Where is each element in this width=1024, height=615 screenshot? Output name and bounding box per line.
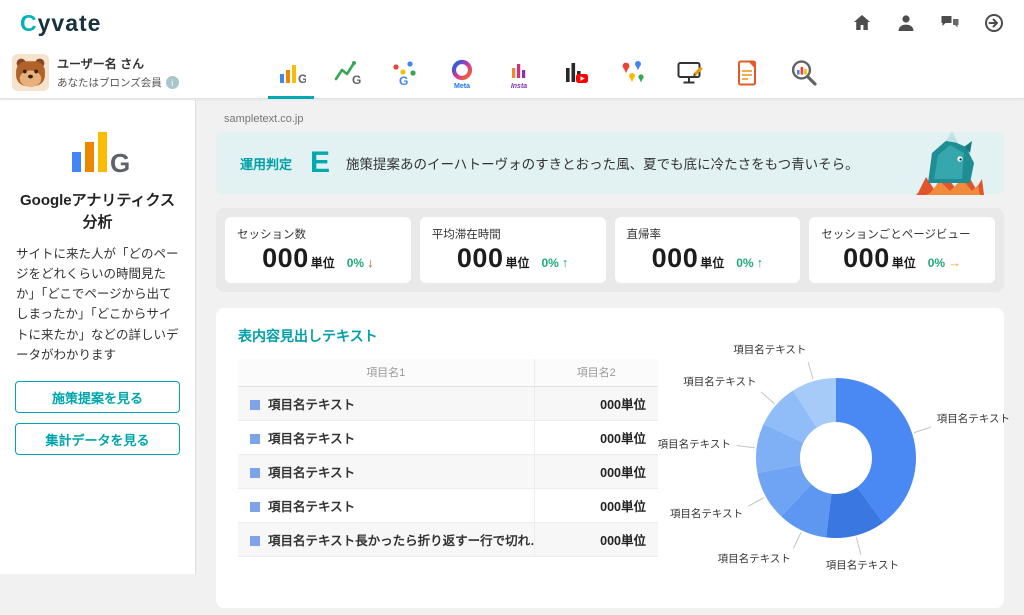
monitor-pen-icon — [675, 58, 705, 88]
sidebar-description: サイトに来た人が「どのページをどれくらいの時間見たか」「どこでページから出てしま… — [16, 244, 179, 366]
svg-text:G: G — [399, 74, 408, 88]
scatter-g-icon: G — [390, 58, 420, 88]
stats-panel: セッション数 000 単位 0% ↓ 平均滞在時間 000 単位 0% ↑ 直帰… — [216, 208, 1004, 292]
legend-square-icon — [250, 536, 260, 546]
table-row[interactable]: 項目名テキスト 000単位 — [238, 488, 658, 522]
stat-value: 000 — [843, 243, 890, 274]
topbar-actions — [852, 13, 1004, 33]
donut-segment-label: 項目名テキスト — [937, 412, 1010, 425]
table-row[interactable]: 項目名テキスト 000単位 — [238, 454, 658, 488]
meta-caption: Meta — [454, 83, 470, 90]
detail-panel: 表内容見出しテキスト 項目名1 項目名2 項目名テキスト 000単位 項目名テキ… — [216, 308, 1004, 608]
data-table: 項目名1 項目名2 項目名テキスト 000単位 項目名テキスト 000単位 項目… — [238, 359, 658, 557]
report-document-icon — [732, 58, 762, 88]
service-tab-youtube[interactable] — [553, 46, 599, 99]
table-row[interactable]: 項目名テキスト長かったら折り返すー行で切れ… 000単位 — [238, 522, 658, 556]
sidebar-title: Googleアナリティクス分析 — [15, 190, 180, 234]
judgment-text: 施策提案あのイーハトーヴォのすきとおった風、夏でも底に冷たさをもつ青いそら。 — [346, 153, 859, 173]
service-nav: G G G Meta — [268, 46, 827, 99]
stat-card-avg-time[interactable]: 平均滞在時間 000 単位 0% ↑ — [420, 217, 606, 283]
membership: あなたはブロンズ会員 i — [57, 75, 179, 90]
info-icon[interactable]: i — [166, 76, 179, 89]
donut-segment-label: 項目名テキスト — [733, 343, 806, 356]
legend-square-icon — [250, 468, 260, 478]
instagram-icon — [504, 56, 534, 86]
stat-card-pages-per-session[interactable]: セッションごとページビュー 000 単位 0% → — [809, 217, 995, 283]
stat-value: 000 — [652, 243, 699, 274]
avatar[interactable] — [12, 54, 49, 91]
service-tab-research[interactable] — [781, 46, 827, 99]
service-tab-instagram[interactable]: Insta — [496, 46, 542, 99]
legend-square-icon — [250, 434, 260, 444]
service-tab-meta[interactable]: Meta — [439, 46, 485, 99]
sidebar: G Googleアナリティクス分析 サイトに来た人が「どのページをどれくらいの時… — [0, 100, 196, 574]
label-leader-line — [748, 498, 764, 507]
logo-mark: C — [20, 10, 38, 36]
table-row[interactable]: 項目名テキスト 000単位 — [238, 386, 658, 420]
trend-flat-icon: → — [948, 255, 961, 270]
stat-card-sessions[interactable]: セッション数 000 単位 0% ↓ — [225, 217, 411, 283]
donut-segment-label: 項目名テキスト — [658, 438, 731, 451]
google-analytics-icon: G — [66, 122, 130, 178]
user-info: ユーザー名 さん あなたはブロンズ会員 i — [12, 54, 179, 91]
trend-up-icon: ↑ — [757, 255, 764, 270]
table-row[interactable]: 項目名テキスト 000単位 — [238, 420, 658, 454]
svg-text:G: G — [110, 148, 130, 178]
view-aggregated-data-button[interactable]: 集計データを見る — [15, 423, 180, 455]
main-content: sampletext.co.jp 運用判定 E 施策提案あのイーハトーヴォのすき… — [196, 100, 1024, 574]
topbar: Cyvate — [0, 0, 1024, 46]
donut-segment-label: 項目名テキスト — [683, 375, 756, 388]
label-leader-line — [793, 532, 801, 548]
bar-chart-g-icon: G — [276, 58, 306, 88]
label-leader-line — [761, 392, 775, 404]
svg-text:G: G — [298, 72, 306, 86]
svg-text:G: G — [352, 73, 361, 87]
column-header-1: 項目名1 — [238, 359, 534, 386]
service-tab-scatter-report[interactable]: G — [382, 46, 428, 99]
donut-segment-label: 項目名テキスト — [670, 507, 743, 520]
column-header-2: 項目名2 — [534, 359, 658, 386]
label-leader-line — [914, 427, 931, 433]
rhino-mascot — [912, 129, 988, 197]
username: ユーザー名 さん — [57, 55, 179, 72]
service-tab-map[interactable] — [610, 46, 656, 99]
trend-up-icon: ↑ — [562, 255, 569, 270]
trend-down-icon: ↓ — [367, 255, 374, 270]
line-chart-g-icon: G — [333, 58, 363, 88]
user-text: ユーザー名 さん あなたはブロンズ会員 i — [57, 55, 179, 90]
chat-icon[interactable] — [940, 13, 960, 33]
site-domain: sampletext.co.jp — [224, 113, 1024, 125]
legend-square-icon — [250, 502, 260, 512]
instagram-caption: Insta — [511, 83, 527, 90]
user-icon[interactable] — [896, 13, 916, 33]
magnifier-chart-icon — [789, 58, 819, 88]
judgment-label: 運用判定 — [240, 154, 292, 173]
userbar: ユーザー名 さん あなたはブロンズ会員 i G G G — [0, 46, 1024, 99]
view-proposals-button[interactable]: 施策提案を見る — [15, 381, 180, 413]
donut-segment-label: 項目名テキスト — [826, 559, 899, 572]
service-tab-report-doc[interactable] — [724, 46, 770, 99]
home-icon[interactable] — [852, 13, 872, 33]
service-tab-analytics[interactable]: G — [268, 46, 314, 99]
meta-icon — [447, 56, 477, 86]
stat-value: 000 — [262, 243, 309, 274]
label-leader-line — [737, 445, 755, 447]
stat-value: 000 — [457, 243, 504, 274]
youtube-bars-icon — [561, 58, 591, 88]
map-pins-icon — [618, 58, 648, 88]
service-tab-line-report[interactable]: G — [325, 46, 371, 99]
label-leader-line — [808, 362, 813, 379]
service-tab-display[interactable] — [667, 46, 713, 99]
donut-segment-label: 項目名テキスト — [718, 552, 791, 565]
label-leader-line — [856, 537, 860, 554]
stat-card-bounce-rate[interactable]: 直帰率 000 単位 0% ↑ — [615, 217, 801, 283]
donut-chart: 項目名テキスト項目名テキスト項目名テキスト項目名テキスト項目名テキスト項目名テキ… — [671, 310, 1001, 610]
login-arrow-icon[interactable] — [984, 13, 1004, 33]
judgment-grade: E — [310, 146, 330, 180]
logo[interactable]: Cyvate — [20, 10, 101, 37]
judgment-banner: 運用判定 E 施策提案あのイーハトーヴォのすきとおった風、夏でも底に冷たさをもつ… — [216, 132, 1004, 194]
legend-square-icon — [250, 400, 260, 410]
